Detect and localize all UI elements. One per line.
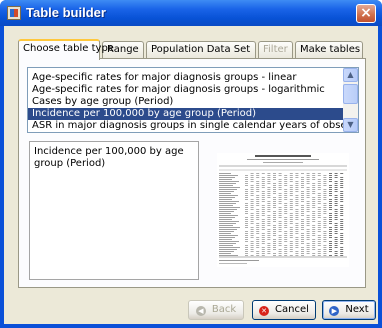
tab-make-tables[interactable]: Make tables: [295, 41, 363, 58]
scroll-up-button[interactable]: ▲: [343, 68, 358, 82]
scroll-down-button[interactable]: ▼: [343, 118, 358, 132]
list-scrollbar[interactable]: ▲ ▼: [343, 68, 358, 132]
cancel-button[interactable]: ✕ Cancel: [252, 300, 316, 320]
choose-table-type-panel: Age-specific rates for major diagnosis g…: [18, 58, 366, 288]
back-button: ◀ Back: [188, 300, 244, 320]
list-item-selected[interactable]: Incidence per 100,000 by age group (Peri…: [28, 108, 344, 120]
tab-choose-table-type[interactable]: Choose table type: [18, 39, 114, 60]
tab-population-data-set[interactable]: Population Data Set: [146, 41, 256, 58]
table-type-list[interactable]: Age-specific rates for major diagnosis g…: [27, 67, 359, 133]
scroll-thumb[interactable]: [343, 84, 358, 104]
list-item[interactable]: Age-specific rates for major diagnosis g…: [28, 84, 344, 96]
app-icon: [7, 6, 21, 20]
list-item[interactable]: Cases by age group (Period): [28, 96, 344, 108]
title-bar[interactable]: Table builder ×: [0, 0, 382, 26]
back-arrow-icon: ◀: [195, 306, 206, 316]
next-button[interactable]: ▶ Next: [322, 300, 376, 320]
table-preview-image: [217, 153, 349, 267]
next-arrow-icon: ▶: [329, 306, 340, 316]
list-item[interactable]: ASR in major diagnosis groups in single …: [28, 120, 344, 132]
window-title: Table builder: [26, 5, 106, 20]
table-description: Incidence per 100,000 by age group (Peri…: [29, 141, 199, 280]
cancel-icon: ✕: [259, 306, 270, 316]
table-builder-window: Table builder × Choose table type Range …: [0, 0, 382, 328]
close-button[interactable]: ×: [356, 4, 376, 23]
dialog-body: Choose table type Range Population Data …: [4, 26, 378, 324]
tab-filter: Filter: [258, 41, 293, 58]
list-item[interactable]: Age-specific rates for major diagnosis g…: [28, 72, 344, 84]
table-preview-thumbnail: [217, 153, 349, 267]
